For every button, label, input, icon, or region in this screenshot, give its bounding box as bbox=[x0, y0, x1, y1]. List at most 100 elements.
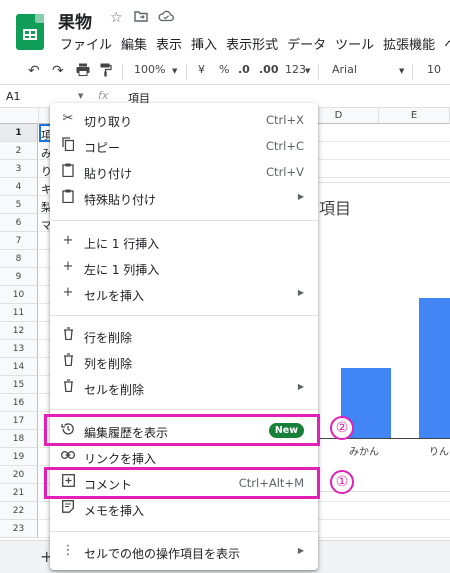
menu-item-label: 貼り付け bbox=[84, 167, 133, 181]
menu-item-insert-row[interactable]: + 上に 1 行挿入 bbox=[50, 229, 318, 255]
note-icon bbox=[60, 500, 76, 516]
row-header[interactable]: 16 bbox=[0, 394, 38, 412]
percent-format-button[interactable]: % bbox=[219, 63, 229, 76]
font-family-select[interactable]: Arial bbox=[332, 63, 357, 76]
menu-item-cut[interactable]: ✂ 切り取り Ctrl+X bbox=[50, 107, 318, 133]
row-header[interactable]: 1 bbox=[0, 124, 38, 142]
select-all-corner[interactable] bbox=[0, 108, 39, 124]
chevron-down-icon[interactable]: ▼ bbox=[78, 92, 83, 100]
row-header[interactable]: 13 bbox=[0, 340, 38, 358]
plus-icon: + bbox=[62, 285, 74, 300]
clipboard-icon bbox=[60, 189, 76, 205]
chevron-down-icon[interactable]: ▼ bbox=[305, 67, 310, 75]
chevron-down-icon[interactable]: ▼ bbox=[172, 67, 177, 75]
menu-item-label: リンクを挿入 bbox=[84, 452, 157, 466]
shortcut-label: Ctrl+C bbox=[265, 139, 304, 153]
annotation-number-1: ① bbox=[330, 470, 354, 494]
submenu-arrow-icon: ▶ bbox=[297, 288, 304, 297]
menu-item-insert-cells[interactable]: + セルを挿入 ▶ bbox=[50, 281, 318, 307]
row-header[interactable]: 23 bbox=[0, 520, 38, 538]
undo-icon[interactable]: ↶ bbox=[28, 63, 40, 79]
decrease-decimal-button[interactable]: .0 bbox=[238, 63, 250, 76]
zoom-select[interactable]: 100% bbox=[134, 63, 165, 76]
trash-icon bbox=[60, 353, 76, 369]
menu-item-label: 行を削除 bbox=[84, 331, 133, 345]
column-header-e[interactable]: E bbox=[379, 108, 450, 124]
chart-bar-ringo bbox=[419, 298, 450, 438]
move-folder-icon[interactable] bbox=[134, 10, 148, 26]
menu-item-copy[interactable]: コピー Ctrl+C bbox=[50, 133, 318, 159]
name-box[interactable]: A1 bbox=[6, 90, 21, 103]
menu-edit[interactable]: 編集 bbox=[121, 34, 147, 54]
submenu-arrow-icon: ▶ bbox=[297, 546, 304, 555]
menu-extensions[interactable]: 拡張機能 bbox=[383, 34, 435, 54]
row-header[interactable]: 6 bbox=[0, 214, 38, 232]
trash-icon bbox=[60, 379, 76, 395]
chart-x-label: みかん bbox=[349, 447, 379, 458]
paint-format-icon[interactable] bbox=[100, 63, 112, 80]
trash-icon bbox=[60, 327, 76, 343]
menu-view[interactable]: 表示 bbox=[156, 34, 182, 54]
font-size-select[interactable]: 10 bbox=[427, 63, 441, 76]
more-formats-button[interactable]: 123 bbox=[285, 63, 306, 76]
clipboard-icon bbox=[60, 163, 76, 179]
row-header[interactable]: 8 bbox=[0, 250, 38, 268]
menu-item-insert-column[interactable]: + 左に 1 列挿入 bbox=[50, 255, 318, 281]
row-header[interactable]: 22 bbox=[0, 502, 38, 520]
currency-format-button[interactable]: ¥ bbox=[198, 63, 205, 76]
row-header[interactable]: 19 bbox=[0, 448, 38, 466]
menu-format[interactable]: 表示形式 bbox=[226, 34, 278, 54]
menu-item-paste-special[interactable]: 特殊貼り付け ▶ bbox=[50, 185, 318, 211]
row-header[interactable]: 20 bbox=[0, 466, 38, 484]
cloud-status-icon[interactable] bbox=[158, 10, 174, 26]
row-header[interactable]: 3 bbox=[0, 160, 38, 178]
shortcut-label: Ctrl+X bbox=[266, 113, 304, 127]
sheets-logo-icon[interactable] bbox=[16, 14, 44, 50]
row-header[interactable]: 4 bbox=[0, 178, 38, 196]
print-icon[interactable] bbox=[76, 63, 90, 79]
link-icon bbox=[60, 448, 76, 464]
menu-item-label: セルを挿入 bbox=[84, 289, 145, 303]
row-header[interactable]: 12 bbox=[0, 322, 38, 340]
menu-bar: ファイル 編集 表示 挿入 表示形式 データ ツール 拡張機能 ヘ bbox=[60, 34, 450, 54]
menu-insert[interactable]: 挿入 bbox=[191, 34, 217, 54]
redo-icon[interactable]: ↷ bbox=[52, 63, 64, 79]
submenu-arrow-icon: ▶ bbox=[297, 382, 304, 391]
row-header[interactable]: 10 bbox=[0, 286, 38, 304]
menu-item-more-cell-actions[interactable]: ⋮ セルでの他の操作項目を表示 ▶ bbox=[50, 539, 318, 565]
menu-divider bbox=[50, 220, 318, 221]
copy-icon bbox=[60, 137, 76, 153]
menu-item-label: 上に 1 行挿入 bbox=[84, 237, 160, 251]
menu-item-paste[interactable]: 貼り付け Ctrl+V bbox=[50, 159, 318, 185]
row-header[interactable]: 5 bbox=[0, 196, 38, 214]
document-title[interactable]: 果物 bbox=[58, 8, 92, 33]
menu-item-delete-cells[interactable]: セルを削除 ▶ bbox=[50, 375, 318, 401]
plus-icon: + bbox=[62, 259, 74, 274]
menu-help[interactable]: ヘ bbox=[444, 34, 450, 54]
row-header[interactable]: 9 bbox=[0, 268, 38, 286]
row-header[interactable]: 2 bbox=[0, 142, 38, 160]
row-header[interactable]: 18 bbox=[0, 430, 38, 448]
row-header[interactable]: 14 bbox=[0, 358, 38, 376]
chart[interactable]: 項目 みかん りん bbox=[300, 182, 450, 492]
menu-tools[interactable]: ツール bbox=[335, 34, 374, 54]
row-header[interactable]: 21 bbox=[0, 484, 38, 502]
menu-item-label: セルを削除 bbox=[84, 383, 145, 397]
menu-item-delete-row[interactable]: 行を削除 bbox=[50, 323, 318, 349]
row-header[interactable]: 11 bbox=[0, 304, 38, 322]
row-header[interactable]: 17 bbox=[0, 412, 38, 430]
menu-divider bbox=[50, 531, 318, 532]
more-vert-icon: ⋮ bbox=[61, 543, 75, 558]
row-header[interactable]: 15 bbox=[0, 376, 38, 394]
scissors-icon: ✂ bbox=[62, 111, 74, 126]
menu-item-delete-column[interactable]: 列を削除 bbox=[50, 349, 318, 375]
menu-file[interactable]: ファイル bbox=[60, 34, 112, 54]
row-header[interactable]: 7 bbox=[0, 232, 38, 250]
chevron-down-icon[interactable]: ▼ bbox=[399, 67, 404, 75]
context-menu: ✂ 切り取り Ctrl+X コピー Ctrl+C 貼り付け Ctrl+V 特殊貼… bbox=[50, 103, 318, 570]
menu-divider bbox=[50, 315, 318, 316]
menu-item-insert-memo[interactable]: メモを挿入 bbox=[50, 496, 318, 522]
star-icon[interactable]: ☆ bbox=[110, 10, 123, 26]
menu-data[interactable]: データ bbox=[287, 34, 326, 54]
increase-decimal-button[interactable]: .00 bbox=[259, 63, 279, 76]
